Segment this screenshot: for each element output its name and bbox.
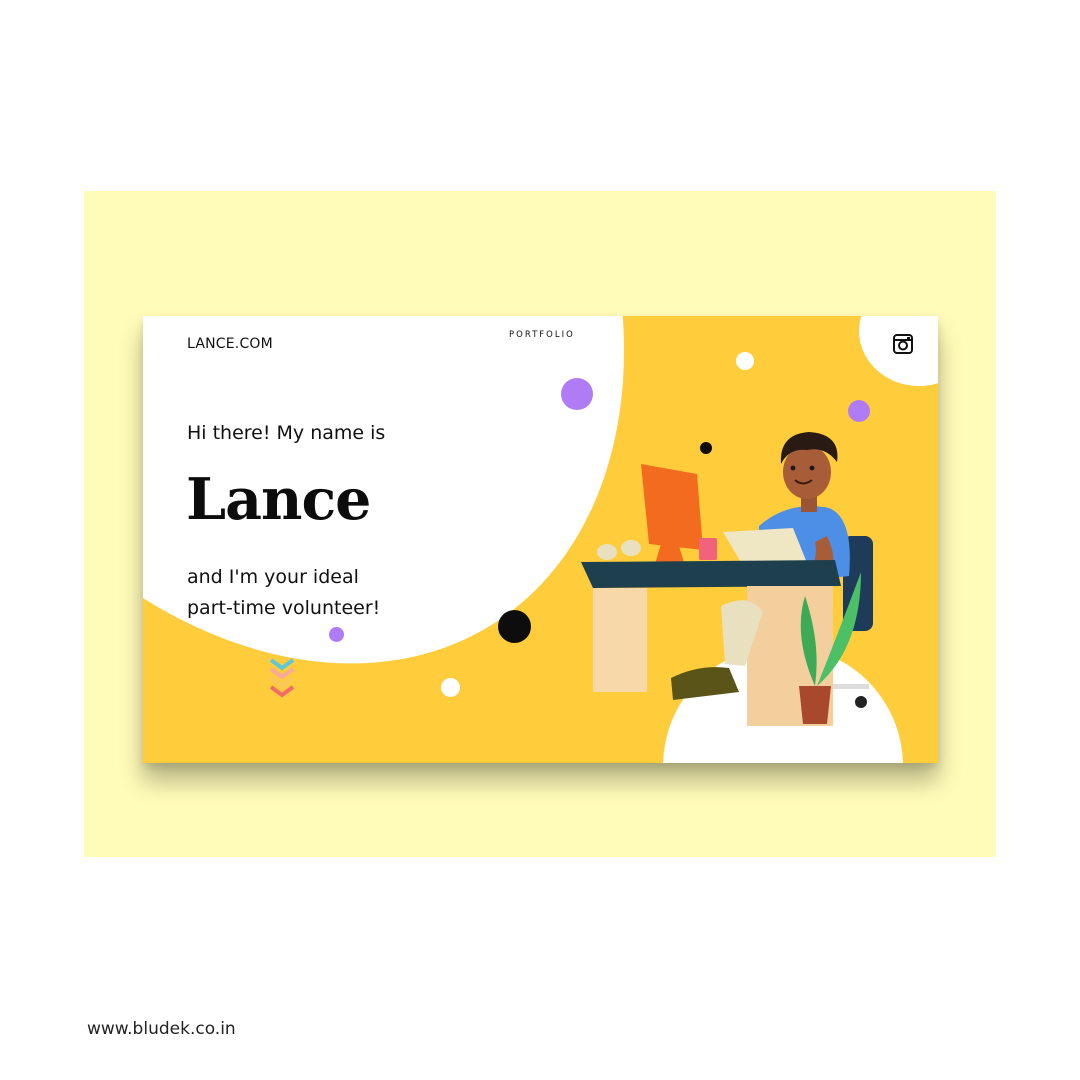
headphones <box>597 544 617 560</box>
purple-dot-small <box>329 627 344 642</box>
person-shoe <box>671 667 739 700</box>
pink-mug <box>699 538 717 560</box>
footer-url: www.bludek.co.in <box>87 1019 236 1039</box>
black-dot-large <box>498 610 531 643</box>
nav-portfolio-link[interactable]: PORTFOLIO <box>509 330 575 340</box>
white-dot-top <box>736 352 754 370</box>
hero-tagline-line1: and I'm your ideal <box>187 566 359 588</box>
person-eye-right <box>809 465 815 471</box>
person-eye-left <box>790 465 796 471</box>
desk-top <box>581 560 841 588</box>
plant-pot <box>799 686 831 724</box>
orange-monitor <box>641 464 703 550</box>
site-brand-link[interactable]: LANCE.COM <box>187 336 273 352</box>
purple-dot-large <box>561 378 593 410</box>
instagram-icon[interactable] <box>893 334 913 354</box>
chair-wheel <box>855 696 867 708</box>
desk-leg-left <box>593 588 647 692</box>
chevron-down-stack-icon[interactable] <box>269 656 295 700</box>
hero-tagline: and I'm your ideal part-time volunteer! <box>187 562 380 624</box>
hero-greeting: Hi there! My name is <box>187 422 386 444</box>
portfolio-slide: LANCE.COM PORTFOLIO Hi there! My name is… <box>143 316 938 763</box>
person-at-desk-illustration <box>581 432 873 726</box>
hero-tagline-line2: part-time volunteer! <box>187 597 381 619</box>
chair-base <box>829 684 869 689</box>
white-dot-bottom <box>441 678 460 697</box>
hero-name: Lance <box>186 466 371 533</box>
